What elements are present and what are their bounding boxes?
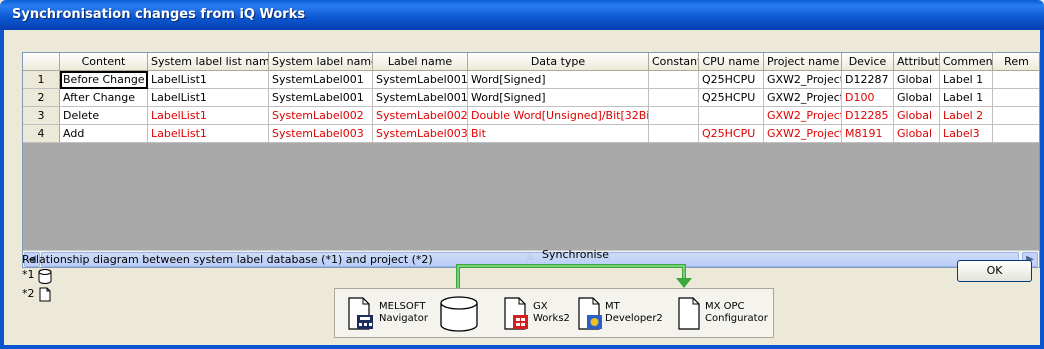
table-cell[interactable]: D100 <box>842 89 894 107</box>
sync-changes-grid[interactable]: Content System label list name System labe… <box>22 52 1040 268</box>
column-header[interactable]: Project name <box>764 53 842 71</box>
window-title: Synchronisation changes from iQ Works <box>12 7 306 22</box>
table-cell[interactable]: Q25HCPU <box>699 125 764 143</box>
legend-project: *2 <box>22 287 35 300</box>
table-cell[interactable]: After Change <box>60 89 148 107</box>
table-cell[interactable]: M8191 <box>842 125 894 143</box>
column-header[interactable]: Attribute <box>894 53 940 71</box>
column-header[interactable]: Label name <box>373 53 468 71</box>
table-cell[interactable]: D12287 <box>842 71 894 89</box>
table-cell[interactable]: SystemLabel003 <box>269 125 373 143</box>
table-cell[interactable] <box>649 71 699 89</box>
table-cell[interactable]: Label 1 <box>940 71 993 89</box>
table-cell[interactable]: GXW2_Project <box>764 89 842 107</box>
column-header[interactable]: System label name <box>269 53 373 71</box>
title-bar[interactable]: Synchronisation changes from iQ Works <box>0 0 1044 30</box>
table-cell[interactable] <box>649 107 699 125</box>
table-cell[interactable]: Q25HCPU <box>699 89 764 107</box>
table-cell[interactable]: SystemLabel002 <box>269 107 373 125</box>
gx-works2-label: GX Works2 <box>533 301 570 324</box>
column-header[interactable]: System label list name <box>148 53 269 71</box>
table-cell[interactable] <box>699 107 764 125</box>
legend-project-label: *2 <box>22 287 35 300</box>
table-cell[interactable]: SystemLabel003 <box>373 125 468 143</box>
table-cell[interactable] <box>649 125 699 143</box>
table-cell[interactable]: Global <box>894 107 940 125</box>
table-cell[interactable]: Q25HCPU <box>699 71 764 89</box>
gx-works2-icon <box>504 297 528 330</box>
table-cell[interactable]: Before Change <box>60 71 148 89</box>
table-cell[interactable]: SystemLabel001 <box>373 89 468 107</box>
table-cell[interactable]: Delete <box>60 107 148 125</box>
table-row[interactable]: 1 Before Change LabelList1 SystemLabel001 Sy… <box>23 71 1039 89</box>
column-header[interactable]: CPU name <box>699 53 764 71</box>
document-icon <box>39 287 51 302</box>
table-cell[interactable]: Label 2 <box>940 107 993 125</box>
table-row[interactable]: 3 Delete LabelList1 SystemLabel002 SystemLab… <box>23 107 1039 125</box>
column-header[interactable]: Rem <box>993 53 1039 71</box>
row-number: 4 <box>23 125 60 143</box>
table-cell[interactable]: Add <box>60 125 148 143</box>
table-cell[interactable]: Global <box>894 71 940 89</box>
table-cell[interactable]: Global <box>894 89 940 107</box>
table-cell[interactable]: Double Word[Unsigned]/Bit[32Bit] <box>468 107 649 125</box>
mx-opc-configurator-label: MX OPC Configurator <box>705 301 768 324</box>
mx-opc-configurator-icon <box>678 297 700 330</box>
table-row[interactable]: 4 Add LabelList1 SystemLabel003 SystemLabel0… <box>23 125 1039 143</box>
table-cell[interactable]: LabelList1 <box>148 125 269 143</box>
legend-database-label: *1 <box>22 268 35 281</box>
mt-developer2-label: MT Developer2 <box>605 301 663 324</box>
table-cell[interactable]: LabelList1 <box>148 89 269 107</box>
table-cell[interactable]: D12285 <box>842 107 894 125</box>
row-number: 3 <box>23 107 60 125</box>
column-header[interactable]: Device <box>842 53 894 71</box>
melsoft-navigator-icon <box>348 297 373 330</box>
table-cell[interactable]: SystemLabel001 <box>269 89 373 107</box>
table-cell[interactable]: GXW2_Project <box>764 107 842 125</box>
table-cell[interactable]: Bit <box>468 125 649 143</box>
row-number: 2 <box>23 89 60 107</box>
table-cell[interactable]: Word[Signed] <box>468 89 649 107</box>
table-cell[interactable]: GXW2_Project <box>764 125 842 143</box>
mt-developer2-icon <box>578 297 602 330</box>
table-cell[interactable]: SystemLabel001 <box>269 71 373 89</box>
legend-database: *1 <box>22 268 35 281</box>
table-cell[interactable] <box>993 107 1039 125</box>
table-cell[interactable]: LabelList1 <box>148 107 269 125</box>
table-cell[interactable]: LabelList1 <box>148 71 269 89</box>
column-header[interactable]: Data type <box>468 53 649 71</box>
column-header[interactable] <box>23 53 60 71</box>
table-cell[interactable] <box>993 71 1039 89</box>
table-cell[interactable]: Label3 <box>940 125 993 143</box>
column-header[interactable]: Constant <box>649 53 699 71</box>
ok-button[interactable]: OK <box>957 260 1032 282</box>
dialog-body: Content System label list name System labe… <box>0 30 1044 349</box>
synchronise-arrow-icon <box>456 264 692 288</box>
table-cell[interactable]: Global <box>894 125 940 143</box>
table-cell[interactable]: GXW2_Project <box>764 71 842 89</box>
relationship-description: Relationship diagram between system labe… <box>22 253 433 266</box>
table-row[interactable]: 2 After Change LabelList1 SystemLabel001 Sys… <box>23 89 1039 107</box>
table-cell[interactable]: Word[Signed] <box>468 71 649 89</box>
column-header[interactable]: Comment <box>940 53 993 71</box>
column-header[interactable]: Content <box>60 53 148 71</box>
table-cell[interactable]: SystemLabel001 <box>373 71 468 89</box>
grid-header: Content System label list name System labe… <box>23 53 1039 71</box>
database-icon <box>38 269 52 284</box>
database-cylinder-icon <box>440 296 478 332</box>
table-cell[interactable] <box>993 89 1039 107</box>
table-cell[interactable] <box>993 125 1039 143</box>
row-number: 1 <box>23 71 60 89</box>
melsoft-navigator-label: MELSOFT Navigator <box>379 301 428 324</box>
table-cell[interactable]: SystemLabel002 <box>373 107 468 125</box>
table-cell[interactable] <box>649 89 699 107</box>
relationship-diagram: MELSOFT Navigator GX Works2 MT Developer… <box>334 288 774 338</box>
table-cell[interactable]: Label 1 <box>940 89 993 107</box>
